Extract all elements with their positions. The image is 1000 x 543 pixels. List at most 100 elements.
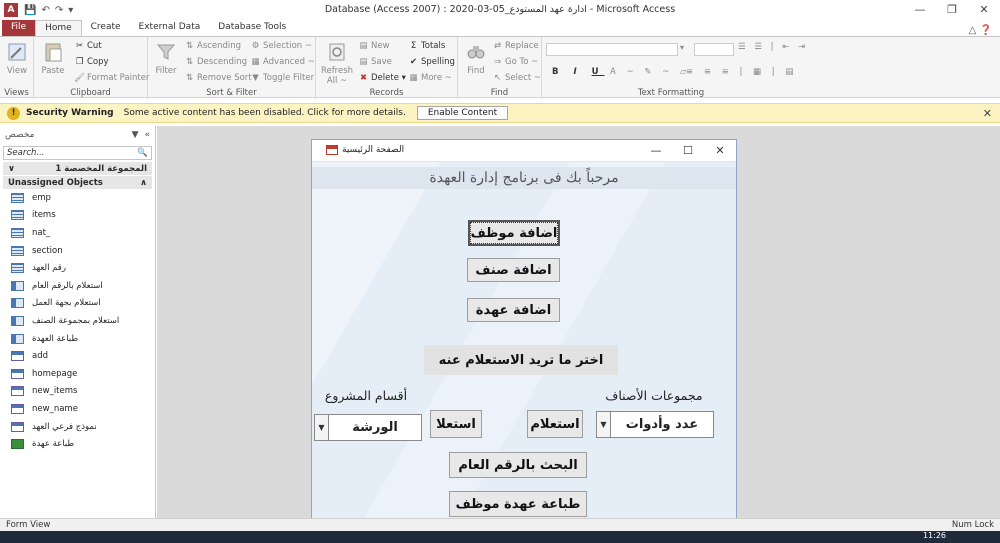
nav-item-table[interactable]: items xyxy=(0,207,155,225)
close-button[interactable]: ✕ xyxy=(968,0,1000,20)
query-sections-button[interactable]: استعلا xyxy=(430,410,482,438)
font-size-combo[interactable] xyxy=(694,43,734,56)
item-groups-combo-value[interactable]: عدد وأدوات xyxy=(611,412,713,437)
help-icon[interactable]: △ ❓ xyxy=(969,25,992,36)
toggle-filter-button[interactable]: ▼ Toggle Filter xyxy=(250,73,314,83)
view-button[interactable]: View xyxy=(2,41,32,76)
nav-pane-header[interactable]: مخصص ▼ « xyxy=(0,126,155,144)
nav-item-form[interactable]: homepage xyxy=(0,365,155,383)
tab-database-tools[interactable]: Database Tools xyxy=(209,20,295,36)
query-groups-button[interactable]: استعلام xyxy=(527,410,583,438)
cut-button[interactable]: ✂ Cut xyxy=(74,41,102,51)
remove-sort-button[interactable]: ⇅ Remove Sort xyxy=(184,73,252,83)
shutter-icon[interactable]: « xyxy=(144,130,150,140)
print-employee-custody-button[interactable]: طباعة عهدة موظف xyxy=(449,491,587,517)
form-title-text: الصفحة الرئيسية xyxy=(342,145,405,155)
nav-item-form[interactable]: add xyxy=(0,347,155,365)
customize-qat-icon[interactable]: ▾ xyxy=(68,5,73,16)
enable-content-button[interactable]: Enable Content xyxy=(416,106,509,120)
nav-search-input[interactable]: Search... xyxy=(7,148,45,158)
security-warning-message[interactable]: Some active content has been disabled. C… xyxy=(124,108,406,118)
item-groups-combo[interactable]: عدد وأدوات ▼ xyxy=(596,411,714,438)
more-button[interactable]: ▦ More ~ xyxy=(408,73,451,83)
replace-button[interactable]: ⇄ Replace xyxy=(492,41,539,51)
nav-item-report[interactable]: طباعة عهدة xyxy=(0,435,155,453)
access-app-icon[interactable]: A xyxy=(4,3,18,17)
alignment-buttons[interactable]: ≡ ≡ ≡ | ▦ | ▤ xyxy=(686,67,797,77)
chevron-down-icon[interactable]: ▼ xyxy=(315,415,329,440)
nav-item-table[interactable]: رقم العهد xyxy=(0,259,155,277)
delete-button[interactable]: ✖ Delete ▾ xyxy=(358,73,406,83)
nav-item-table[interactable]: section xyxy=(0,242,155,260)
save-icon[interactable]: 💾 xyxy=(24,5,36,16)
format-painter-button[interactable]: 🖌 Format Painter xyxy=(74,73,149,83)
spelling-button[interactable]: ✔ Spelling xyxy=(408,57,455,67)
nav-item-form[interactable]: نموذج فرعي العهد xyxy=(0,418,155,436)
restore-button[interactable]: ❐ xyxy=(936,0,968,20)
form-maximize-button[interactable]: ☐ xyxy=(672,144,704,157)
add-custody-button[interactable]: اضافة عهدة xyxy=(467,298,560,322)
nav-item-table[interactable]: emp xyxy=(0,189,155,207)
nav-group-custom[interactable]: ∨ المجموعة المخصصة 1 xyxy=(3,162,152,175)
selection-label: Selection ~ xyxy=(263,41,312,51)
collapse-icon: ∧ xyxy=(140,177,147,188)
security-warning-bar: ! Security Warning Some active content h… xyxy=(0,103,1000,123)
bold-italic-underline[interactable]: B I U xyxy=(552,67,605,77)
minimize-button[interactable]: — xyxy=(904,0,936,20)
add-item-button[interactable]: اضافة صنف xyxy=(467,258,560,282)
redo-icon[interactable]: ↷ xyxy=(55,5,63,16)
sections-combo-value[interactable]: الورشة xyxy=(329,415,421,440)
form-minimize-button[interactable]: — xyxy=(640,144,672,157)
new-record-button[interactable]: ▤ New xyxy=(358,41,389,51)
taskbar-clock[interactable]: 11:26 xyxy=(923,531,946,540)
tab-file[interactable]: File xyxy=(2,20,36,36)
search-icon[interactable]: 🔍 xyxy=(137,148,148,158)
tab-home[interactable]: Home xyxy=(35,20,82,36)
nav-menu-icon[interactable]: ▼ xyxy=(132,130,139,140)
nav-item-query[interactable]: طباعة العهدة xyxy=(0,330,155,348)
select-button[interactable]: ↖ Select ~ xyxy=(492,73,541,83)
save-record-button[interactable]: ▤ Save xyxy=(358,57,391,67)
paste-button[interactable]: Paste xyxy=(38,41,68,76)
nav-item-query[interactable]: استعلام بالرقم العام xyxy=(0,277,155,295)
copy-button[interactable]: ❐ Copy xyxy=(74,57,109,67)
ribbon: View Views Paste ✂ Cut ❐ Copy 🖌 Format Pain… xyxy=(0,36,1000,99)
selection-button[interactable]: ⚙ Selection ~ xyxy=(250,41,312,51)
nav-group-unassigned[interactable]: Unassigned Objects ∧ xyxy=(3,176,152,189)
table-object-icon xyxy=(11,263,24,274)
font-color-buttons[interactable]: A ~ ✎ ~ ▱ xyxy=(610,67,691,77)
font-name-dropdown-icon[interactable]: ▾ xyxy=(680,43,692,56)
homepage-form-window: الصفحة الرئيسية — ☐ ✕ مرحباً بك فى برنام… xyxy=(311,139,737,543)
format-painter-label: Format Painter xyxy=(87,73,150,83)
nav-search-box[interactable]: Search... 🔍 xyxy=(3,146,152,160)
add-employee-button[interactable]: اضافة موظف xyxy=(468,220,560,246)
nav-item-table[interactable]: nat_ xyxy=(0,224,155,242)
descending-button[interactable]: ⇅ Descending xyxy=(184,57,247,67)
list-buttons[interactable]: ☰ ☰ | ⇤ ⇥ xyxy=(738,42,808,52)
table-object-icon xyxy=(11,245,24,256)
nav-item-query[interactable]: استعلام بجهة العمل xyxy=(0,295,155,313)
undo-icon[interactable]: ↶ xyxy=(41,5,49,16)
font-name-combo[interactable] xyxy=(546,43,678,56)
nav-item-label: نموذج فرعي العهد xyxy=(32,421,97,432)
ascending-button[interactable]: ⇅ Ascending xyxy=(184,41,241,51)
delete-label: Delete xyxy=(371,73,399,83)
advanced-button[interactable]: ▦ Advanced ~ xyxy=(250,57,314,67)
find-button[interactable]: Find xyxy=(462,41,490,76)
filter-button[interactable]: Filter xyxy=(152,41,180,76)
tab-external-data[interactable]: External Data xyxy=(130,20,210,36)
chevron-down-icon[interactable]: ▼ xyxy=(597,412,611,437)
search-by-number-button[interactable]: البحث بالرقم العام xyxy=(449,452,587,478)
form-close-button[interactable]: ✕ xyxy=(704,144,736,157)
nav-item-form[interactable]: new_name xyxy=(0,400,155,418)
sections-combo[interactable]: الورشة ▼ xyxy=(314,414,422,441)
nav-item-form[interactable]: new_items xyxy=(0,383,155,401)
tab-create[interactable]: Create xyxy=(82,20,130,36)
nav-item-query[interactable]: استعلام بمجموعة الصنف xyxy=(0,312,155,330)
totals-button[interactable]: Σ Totals xyxy=(408,41,445,51)
goto-button[interactable]: ⇒ Go To ~ xyxy=(492,57,538,67)
nav-item-label: add xyxy=(32,351,48,362)
scissors-icon: ✂ xyxy=(75,41,84,51)
refresh-all-button[interactable]: Refresh All ~ xyxy=(320,41,354,86)
close-icon[interactable]: ✕ xyxy=(983,107,992,120)
